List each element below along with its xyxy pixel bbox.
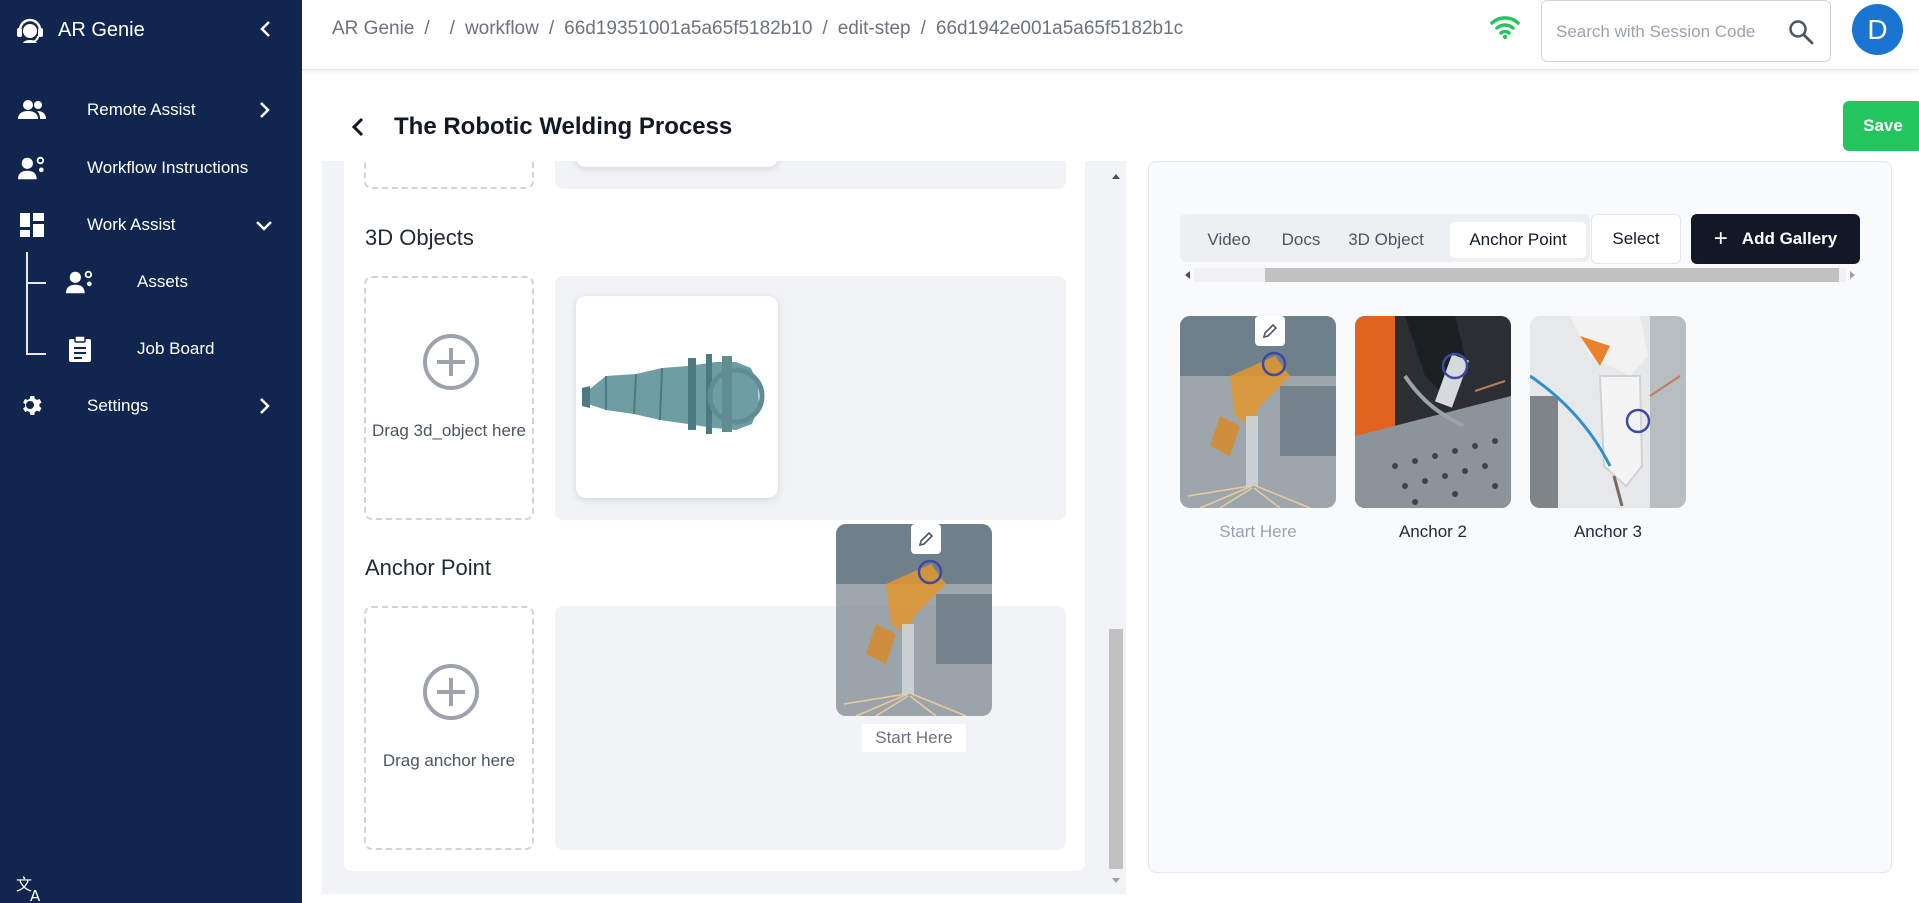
dashboard-icon <box>18 211 46 239</box>
chevron-right-icon <box>254 396 274 416</box>
wifi-icon <box>1490 14 1520 44</box>
sidebar-item-label: Work Assist <box>87 215 176 234</box>
section-title-3d-objects: 3D Objects <box>365 225 474 250</box>
sidebar-item-remote-assist[interactable]: Remote Assist <box>0 88 302 132</box>
top-header: AR Genie / / workflow / 66d19351001a5a65f5182… <box>302 0 1919 70</box>
app-name: AR Genie <box>58 18 145 41</box>
sidebar-item-label: Workflow Instructions <box>87 158 249 177</box>
page-title: The Robotic Welding Process <box>394 113 733 140</box>
welding-torch-image <box>1530 316 1686 508</box>
back-button[interactable] <box>344 113 372 141</box>
drop-zone-3d-object[interactable]: Drag 3d_object here <box>364 276 534 520</box>
sidebar-item-label: Job Board <box>137 339 215 358</box>
robot-torch-image <box>1355 316 1511 508</box>
vertical-scrollbar[interactable] <box>1107 161 1125 894</box>
plus-icon: + <box>1713 225 1728 252</box>
svg-text:A: A <box>30 887 41 902</box>
breadcrumb-item[interactable]: 66d1942e001a5a65f5182b1c <box>936 18 1183 39</box>
sidebar-item-workflow-instructions[interactable]: Workflow Instructions <box>0 146 302 190</box>
translate-icon[interactable]: 文A <box>16 874 46 903</box>
gallery-item-caption: Start Here <box>1219 522 1297 541</box>
breadcrumb: AR Genie / / workflow / 66d19351001a5a65f5182… <box>332 18 1193 40</box>
sidebar-item-settings[interactable]: Settings <box>0 384 302 428</box>
select-button[interactable]: Select <box>1591 214 1681 264</box>
workflow-user-icon <box>18 154 46 182</box>
add-gallery-label: Add Gallery <box>1741 229 1838 248</box>
tab-docs[interactable]: Docs <box>1270 222 1332 258</box>
tab-video[interactable]: Video <box>1194 222 1264 258</box>
gallery-item-caption: Anchor 3 <box>1573 522 1643 541</box>
breadcrumb-separator: / <box>449 18 455 39</box>
add-gallery-button[interactable]: + Add Gallery <box>1691 214 1860 264</box>
save-button[interactable]: Save <box>1843 101 1919 151</box>
section-title-anchor-point: Anchor Point <box>365 555 491 580</box>
scrollbar-thumb[interactable] <box>1265 268 1839 282</box>
clipboard-icon <box>66 335 94 363</box>
drop-zone-partial[interactable] <box>364 161 534 189</box>
scroll-left-arrow-icon <box>1185 271 1190 279</box>
chevron-left-icon <box>260 21 270 37</box>
breadcrumb-separator: / <box>920 18 926 39</box>
gallery-tabs: Video Docs 3D Object Anchor Point <box>1180 214 1590 262</box>
collapse-sidebar-button[interactable] <box>254 18 276 40</box>
scroll-up-arrow-icon <box>1112 174 1120 179</box>
drop-zone-anchor[interactable]: Drag anchor here <box>364 606 534 850</box>
gear-icon <box>18 392 46 420</box>
tab-3d-object[interactable]: 3D Object <box>1338 222 1434 258</box>
sidebar-item-job-board[interactable]: Job Board <box>0 327 302 371</box>
edit-icon <box>911 524 941 554</box>
ar-genie-logo-icon <box>14 14 46 46</box>
search-input[interactable] <box>1556 19 1786 45</box>
add-circle-icon <box>423 334 479 390</box>
scrollbar-thumb[interactable] <box>1109 629 1123 869</box>
drop-zone-label: Drag 3d_object here <box>371 421 527 440</box>
scroll-right-arrow-icon <box>1850 271 1855 279</box>
chevron-left-icon <box>351 117 364 137</box>
scroll-down-arrow-icon <box>1112 878 1120 883</box>
sidebar-item-label: Settings <box>87 396 149 415</box>
3d-object-thumbnail[interactable] <box>576 296 778 498</box>
robot-welding-image <box>836 524 992 716</box>
session-search <box>1541 0 1831 62</box>
breadcrumb-separator: / <box>424 18 430 39</box>
sidebar: AR Genie Remote Assist Workflow Instruct… <box>0 0 302 903</box>
robot-welding-image <box>1180 316 1336 508</box>
chevron-down-icon <box>254 215 274 235</box>
sidebar-item-assets[interactable]: Assets <box>0 260 302 304</box>
turbine-model-image <box>582 354 765 434</box>
avatar[interactable]: D <box>1852 4 1903 55</box>
breadcrumb-item[interactable]: 66d19351001a5a65f5182b10 <box>564 18 812 39</box>
breadcrumb-separator: / <box>822 18 828 39</box>
step-editor-card: 3D Objects Drag 3d_object here Anchor Po… <box>344 161 1085 871</box>
tab-anchor-point[interactable]: Anchor Point <box>1450 222 1586 258</box>
brand[interactable]: AR Genie <box>14 14 145 46</box>
chevron-right-icon <box>254 100 274 120</box>
edit-icon[interactable] <box>1255 316 1285 346</box>
breadcrumb-item[interactable]: edit-step <box>838 18 911 39</box>
sidebar-item-label: Remote Assist <box>87 100 196 119</box>
assets-user-icon <box>66 268 94 296</box>
sidebar-item-work-assist[interactable]: Work Assist <box>0 203 302 247</box>
breadcrumb-separator: / <box>548 18 555 39</box>
breadcrumb-item[interactable]: AR Genie <box>332 18 414 39</box>
search-icon[interactable] <box>1788 19 1814 45</box>
breadcrumb-item[interactable]: workflow <box>465 18 539 39</box>
sidebar-item-label: Assets <box>137 272 189 291</box>
add-circle-icon <box>423 664 479 720</box>
dragged-item-caption: Start Here <box>862 724 966 752</box>
drop-zone-label: Drag anchor here <box>382 751 516 770</box>
gallery-item-caption: Anchor 2 <box>1398 522 1468 541</box>
people-icon <box>18 96 46 124</box>
horizontal-scrollbar[interactable] <box>1180 266 1860 284</box>
media-thumb-partial[interactable] <box>576 161 778 167</box>
dragged-anchor-item[interactable]: Start Here <box>836 524 992 756</box>
